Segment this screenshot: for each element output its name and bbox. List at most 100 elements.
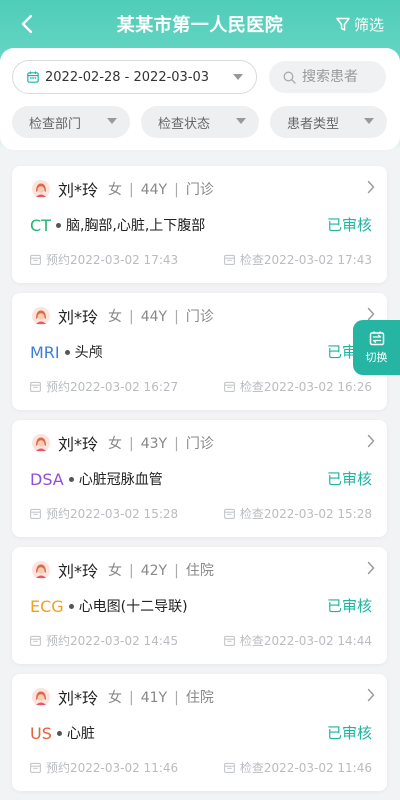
patient-age: 42Y xyxy=(140,563,168,579)
exam-time: 检查2022-03-02 16:26 xyxy=(223,378,372,395)
filter-label: 筛选 xyxy=(353,15,384,34)
visit-type: 门诊 xyxy=(185,309,214,325)
calendar-icon xyxy=(27,71,39,83)
patient-row: 刘*玲 女 | 44Y | 门诊 xyxy=(32,305,214,327)
department-label: 检查部门 xyxy=(29,116,82,132)
time-row: 预约2022-03-02 15:28 检查2022-03-02 15:28 xyxy=(30,505,372,523)
app-header: 某某市第一人民医院 筛选 xyxy=(0,0,400,48)
appointment-time: 预约2022-03-02 15:28 xyxy=(30,505,178,522)
search-icon xyxy=(283,71,296,84)
review-status: 已审核 xyxy=(326,724,372,742)
date-range-picker[interactable]: 2022-02-28 - 2022-03-03 xyxy=(12,60,257,94)
patient-type-label: 患者类型 xyxy=(287,116,340,132)
exam-record-card[interactable]: 刘*玲 女 | 43Y | 门诊 DSA 心脏冠脉血管 已审核 预约2022-03-02… xyxy=(12,420,387,537)
separator: | xyxy=(174,182,179,198)
date-range-value: 2022-02-28 - 2022-03-03 xyxy=(45,69,210,85)
modality-label: MRI xyxy=(30,342,60,362)
dot-separator xyxy=(56,730,62,736)
body-part: 心电图(十二导联) xyxy=(78,599,188,615)
switch-button[interactable]: 切换 xyxy=(353,320,400,375)
appointment-time: 预约2022-03-02 11:46 xyxy=(30,759,178,776)
time-row: 预约2022-03-02 11:46 检查2022-03-02 11:46 xyxy=(30,759,372,777)
separator: | xyxy=(129,182,134,198)
department-dropdown[interactable]: 检查部门 xyxy=(12,106,130,138)
caret-down-icon xyxy=(364,118,374,124)
patient-age: 44Y xyxy=(140,309,168,325)
exam-status-dropdown[interactable]: 检查状态 xyxy=(141,106,259,138)
body-part: 心脏冠脉血管 xyxy=(78,472,163,488)
separator: | xyxy=(174,563,179,579)
exam-record-card[interactable]: 刘*玲 女 | 44Y | 门诊 CT 脑,胸部,心脏,上下腹部 已审核 预约2022-… xyxy=(12,166,387,283)
modality-label: ECG xyxy=(30,596,64,616)
patient-row: 刘*玲 女 | 43Y | 门诊 xyxy=(32,432,214,454)
modality-label: CT xyxy=(30,215,51,235)
exam-time: 检查2022-03-02 11:46 xyxy=(223,759,372,776)
patient-info: 女 | 44Y | 门诊 xyxy=(108,306,214,326)
exam-row: CT 脑,胸部,心脏,上下腹部 xyxy=(30,214,205,236)
patient-age: 43Y xyxy=(140,436,168,452)
exam-record-card[interactable]: 刘*玲 女 | 41Y | 住院 US 心脏 已审核 预约2022-03-02 11:4… xyxy=(12,674,387,791)
calendar-icon xyxy=(30,635,41,646)
exam-text: 检查2022-03-02 14:44 xyxy=(239,634,372,648)
chevron-right-icon xyxy=(367,688,375,702)
review-status: 已审核 xyxy=(326,597,372,615)
chevron-right-icon xyxy=(367,561,375,575)
body-part: 心脏 xyxy=(66,726,95,742)
exam-text: 检查2022-03-02 17:43 xyxy=(239,253,372,267)
dot-separator xyxy=(68,476,74,482)
search-input[interactable] xyxy=(302,69,382,85)
exam-record-card[interactable]: 刘*玲 女 | 44Y | 门诊 MRI 头颅 已审核 预约2022-03-02 16:… xyxy=(12,293,387,410)
patient-avatar-icon xyxy=(32,688,50,706)
chevron-right-icon xyxy=(367,434,375,448)
page-title: 某某市第一人民医院 xyxy=(116,15,284,36)
calendar-icon xyxy=(30,381,41,392)
patient-type-dropdown[interactable]: 患者类型 xyxy=(270,106,387,138)
patient-name: 刘*玲 xyxy=(58,308,99,327)
chevron-right-icon xyxy=(367,307,375,321)
separator: | xyxy=(129,690,134,706)
calendar-icon xyxy=(30,762,41,773)
time-row: 预约2022-03-02 16:27 检查2022-03-02 16:26 xyxy=(30,378,372,396)
appointment-time: 预约2022-03-02 14:45 xyxy=(30,632,178,649)
patient-row: 刘*玲 女 | 42Y | 住院 xyxy=(32,559,214,581)
chevron-left-icon xyxy=(21,14,33,34)
separator: | xyxy=(174,690,179,706)
exam-row: DSA 心脏冠脉血管 xyxy=(30,468,163,490)
calendar-icon xyxy=(223,508,235,519)
separator: | xyxy=(174,436,179,452)
back-button[interactable] xyxy=(14,10,40,38)
patient-gender: 女 xyxy=(108,690,123,706)
modality-label: US xyxy=(30,723,52,743)
calendar-icon xyxy=(223,254,235,265)
filter-button[interactable]: 筛选 xyxy=(336,12,384,36)
patient-avatar-icon xyxy=(32,307,50,325)
calendar-icon xyxy=(223,381,235,392)
chevron-right-icon xyxy=(367,180,375,194)
exam-record-list: 刘*玲 女 | 44Y | 门诊 CT 脑,胸部,心脏,上下腹部 已审核 预约2022-… xyxy=(12,166,387,800)
patient-gender: 女 xyxy=(108,436,123,452)
patient-info: 女 | 44Y | 门诊 xyxy=(108,179,214,199)
switch-label: 切换 xyxy=(365,351,388,364)
calendar-icon xyxy=(30,254,41,265)
appointment-text: 预约2022-03-02 17:43 xyxy=(46,253,179,267)
appointment-text: 预约2022-03-02 14:45 xyxy=(46,634,179,648)
caret-down-icon xyxy=(107,118,117,124)
body-part: 脑,胸部,心脏,上下腹部 xyxy=(65,218,206,234)
appointment-time: 预约2022-03-02 16:27 xyxy=(30,378,178,395)
patient-avatar-icon xyxy=(32,434,50,452)
exam-time: 检查2022-03-02 17:43 xyxy=(223,251,372,268)
search-box[interactable] xyxy=(269,61,386,93)
separator: | xyxy=(129,563,134,579)
patient-info: 女 | 42Y | 住院 xyxy=(108,560,214,580)
patient-name: 刘*玲 xyxy=(58,435,99,454)
exam-status-label: 检查状态 xyxy=(158,116,211,132)
separator: | xyxy=(174,309,179,325)
separator: | xyxy=(129,436,134,452)
dot-separator xyxy=(64,349,70,355)
patient-gender: 女 xyxy=(108,563,123,579)
exam-record-card[interactable]: 刘*玲 女 | 42Y | 住院 ECG 心电图(十二导联) 已审核 预约2022-03… xyxy=(12,547,387,664)
calendar-icon xyxy=(223,762,235,773)
exam-row: MRI 头颅 xyxy=(30,341,103,363)
calendar-icon xyxy=(30,508,41,519)
visit-type: 住院 xyxy=(185,563,214,579)
